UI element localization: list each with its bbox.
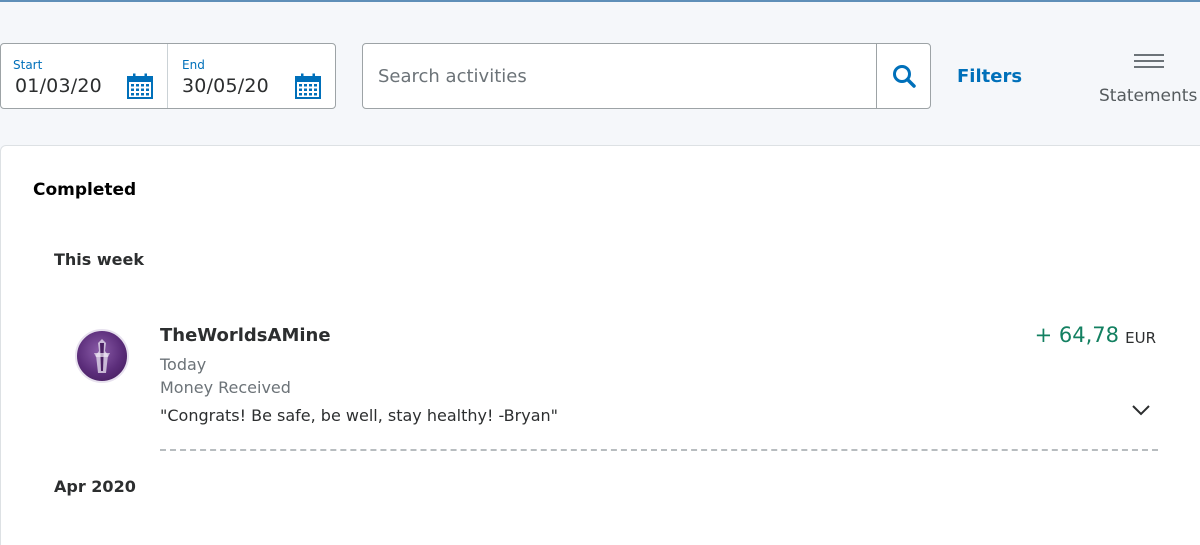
filters-button[interactable]: Filters xyxy=(957,66,1022,87)
avatar-figure-icon xyxy=(94,339,110,373)
end-date-field[interactable]: End 30/05/20 xyxy=(167,44,335,108)
calendar-icon[interactable] xyxy=(295,73,321,99)
calendar-icon[interactable] xyxy=(127,73,153,99)
activity-card: Completed This week TheWorldsAMine Today… xyxy=(0,145,1200,545)
start-date-label: Start xyxy=(13,58,43,72)
date-range-picker: Start 01/03/20 End 30/05/20 xyxy=(0,43,336,109)
activity-divider xyxy=(160,449,1158,451)
activity-item[interactable]: TheWorldsAMine Today Money Received "Con… xyxy=(71,321,1161,451)
activity-amount: + 64,78 xyxy=(1034,323,1119,347)
chevron-down-icon[interactable] xyxy=(1131,403,1151,417)
group-label-apr-2020: Apr 2020 xyxy=(54,477,136,496)
activity-date: Today xyxy=(160,355,207,374)
group-label-this-week: This week xyxy=(54,250,145,269)
start-date-value[interactable]: 01/03/20 xyxy=(15,75,102,97)
hamburger-menu-icon xyxy=(1134,54,1164,72)
start-date-field[interactable]: Start 01/03/20 xyxy=(1,44,167,108)
end-date-value[interactable]: 30/05/20 xyxy=(182,75,269,97)
avatar xyxy=(75,329,129,383)
section-title-completed: Completed xyxy=(33,180,137,200)
statements-label: Statements xyxy=(1099,86,1198,106)
activity-type: Money Received xyxy=(160,378,291,397)
activity-note: "Congrats! Be safe, be well, stay health… xyxy=(160,406,558,425)
end-date-label: End xyxy=(182,58,205,72)
activity-currency: EUR xyxy=(1125,329,1156,347)
top-border xyxy=(0,0,1200,2)
search-box xyxy=(362,43,877,109)
statements-button[interactable]: Statements xyxy=(1096,48,1200,108)
activity-name[interactable]: TheWorldsAMine xyxy=(160,325,331,346)
search-button[interactable] xyxy=(876,43,931,109)
search-icon xyxy=(893,65,916,88)
search-input[interactable] xyxy=(363,44,876,108)
